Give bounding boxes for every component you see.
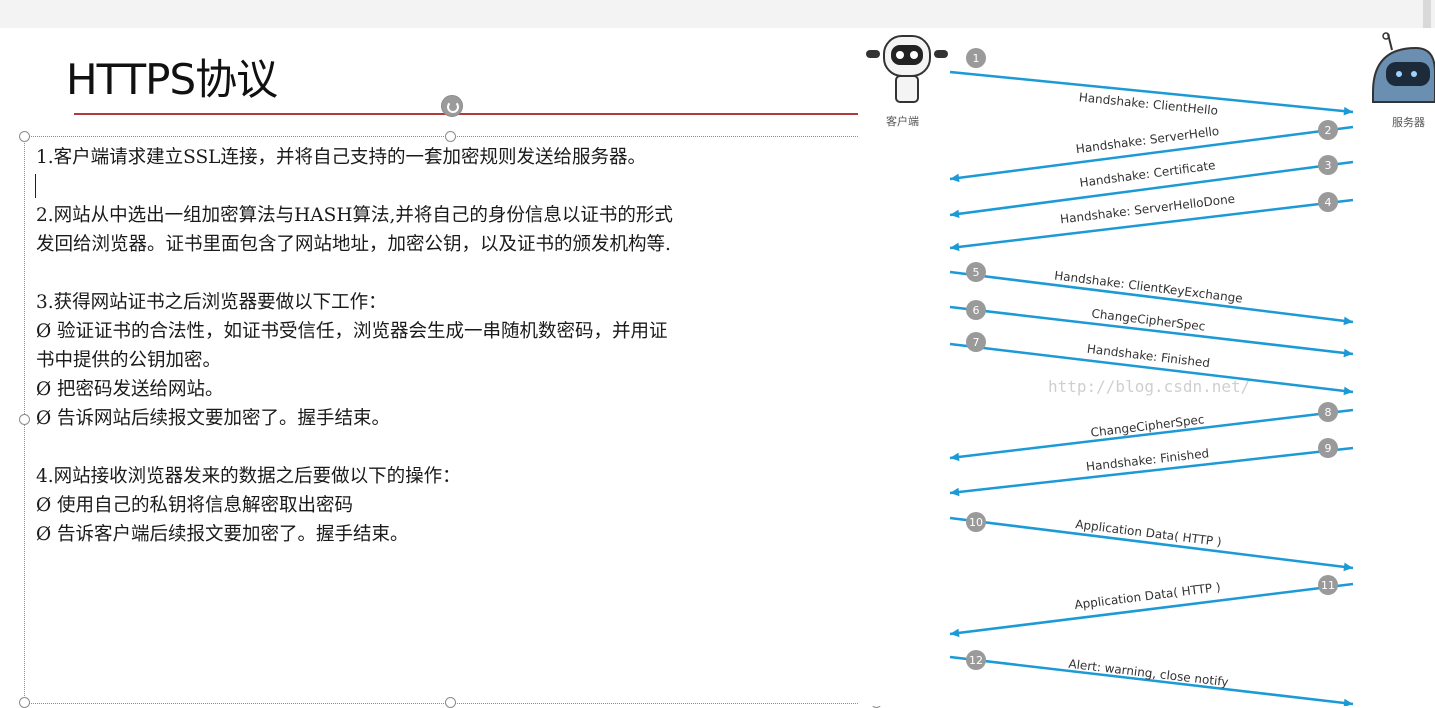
scroll-handle[interactable] (1423, 0, 1431, 28)
body-text-line: 4.网站接收浏览器发来的数据之后要做以下的操作： (36, 466, 461, 487)
step-number: 12 (969, 654, 983, 667)
server-label: 服务器 (1392, 116, 1425, 129)
step-number: 8 (1325, 406, 1332, 419)
step-number: 11 (1321, 579, 1335, 592)
body-text-line: 书中提供的公钥加密。 (36, 350, 222, 371)
step-number: 7 (973, 336, 980, 349)
body-text-line: Ø 告诉客户端后续报文要加密了。握手结束。 (36, 524, 409, 545)
body-text-line: Ø 告诉网站后续报文要加密了。握手结束。 (36, 408, 391, 429)
resize-handle-bottom[interactable] (445, 697, 456, 708)
resize-handle-bottom-left[interactable] (19, 697, 30, 708)
step-number: 3 (1325, 159, 1332, 172)
body-text-line: Ø 把密码发送给网站。 (36, 379, 224, 400)
step-number: 1 (973, 52, 980, 65)
step-number: 6 (973, 304, 980, 317)
step-number: 9 (1325, 442, 1332, 455)
slide-title[interactable]: HTTPS协议 (66, 46, 278, 107)
body-text-line: Ø 使用自己的私钥将信息解密取出密码 (36, 495, 354, 516)
step-number: 2 (1325, 124, 1332, 137)
body-text-line: 1.客户端请求建立SSL连接，并将自己支持的一套加密规则发送给服务器。 (36, 147, 646, 168)
step-number: 10 (969, 516, 983, 529)
https-handshake-diagram: 客户端 服务器 http://blog.csdn.net/ 1Handshake… (858, 32, 1435, 706)
watermark-text: http://blog.csdn.net/ (1048, 377, 1250, 396)
top-bar (0, 0, 1435, 28)
slide-body-text[interactable]: 1.客户端请求建立SSL连接，并将自己支持的一套加密规则发送给服务器。 2.网站从… (36, 143, 871, 549)
step-number: 5 (973, 266, 980, 279)
step-number: 4 (1325, 196, 1332, 209)
body-text-line: 2.网站从中选出一组加密算法与HASH算法,并将自己的身份信息以证书的形式 (36, 205, 673, 226)
client-label: 客户端 (886, 114, 919, 128)
body-text-line: 发回给浏览器。证书里面包含了网站地址，加密公钥，以及证书的颁发机构等. (36, 234, 671, 255)
resize-handle-top[interactable] (445, 131, 456, 142)
body-text-line: 3.获得网站证书之后浏览器要做以下工作： (36, 292, 387, 313)
title-underline (74, 113, 858, 115)
text-caret (35, 174, 36, 198)
resize-handle-top-left[interactable] (19, 131, 30, 142)
rotate-handle-icon[interactable] (441, 95, 463, 117)
body-text-line: Ø 验证证书的合法性，如证书受信任，浏览器会生成一串随机数密码，并用证 (36, 321, 668, 342)
resize-handle-left[interactable] (19, 414, 30, 425)
